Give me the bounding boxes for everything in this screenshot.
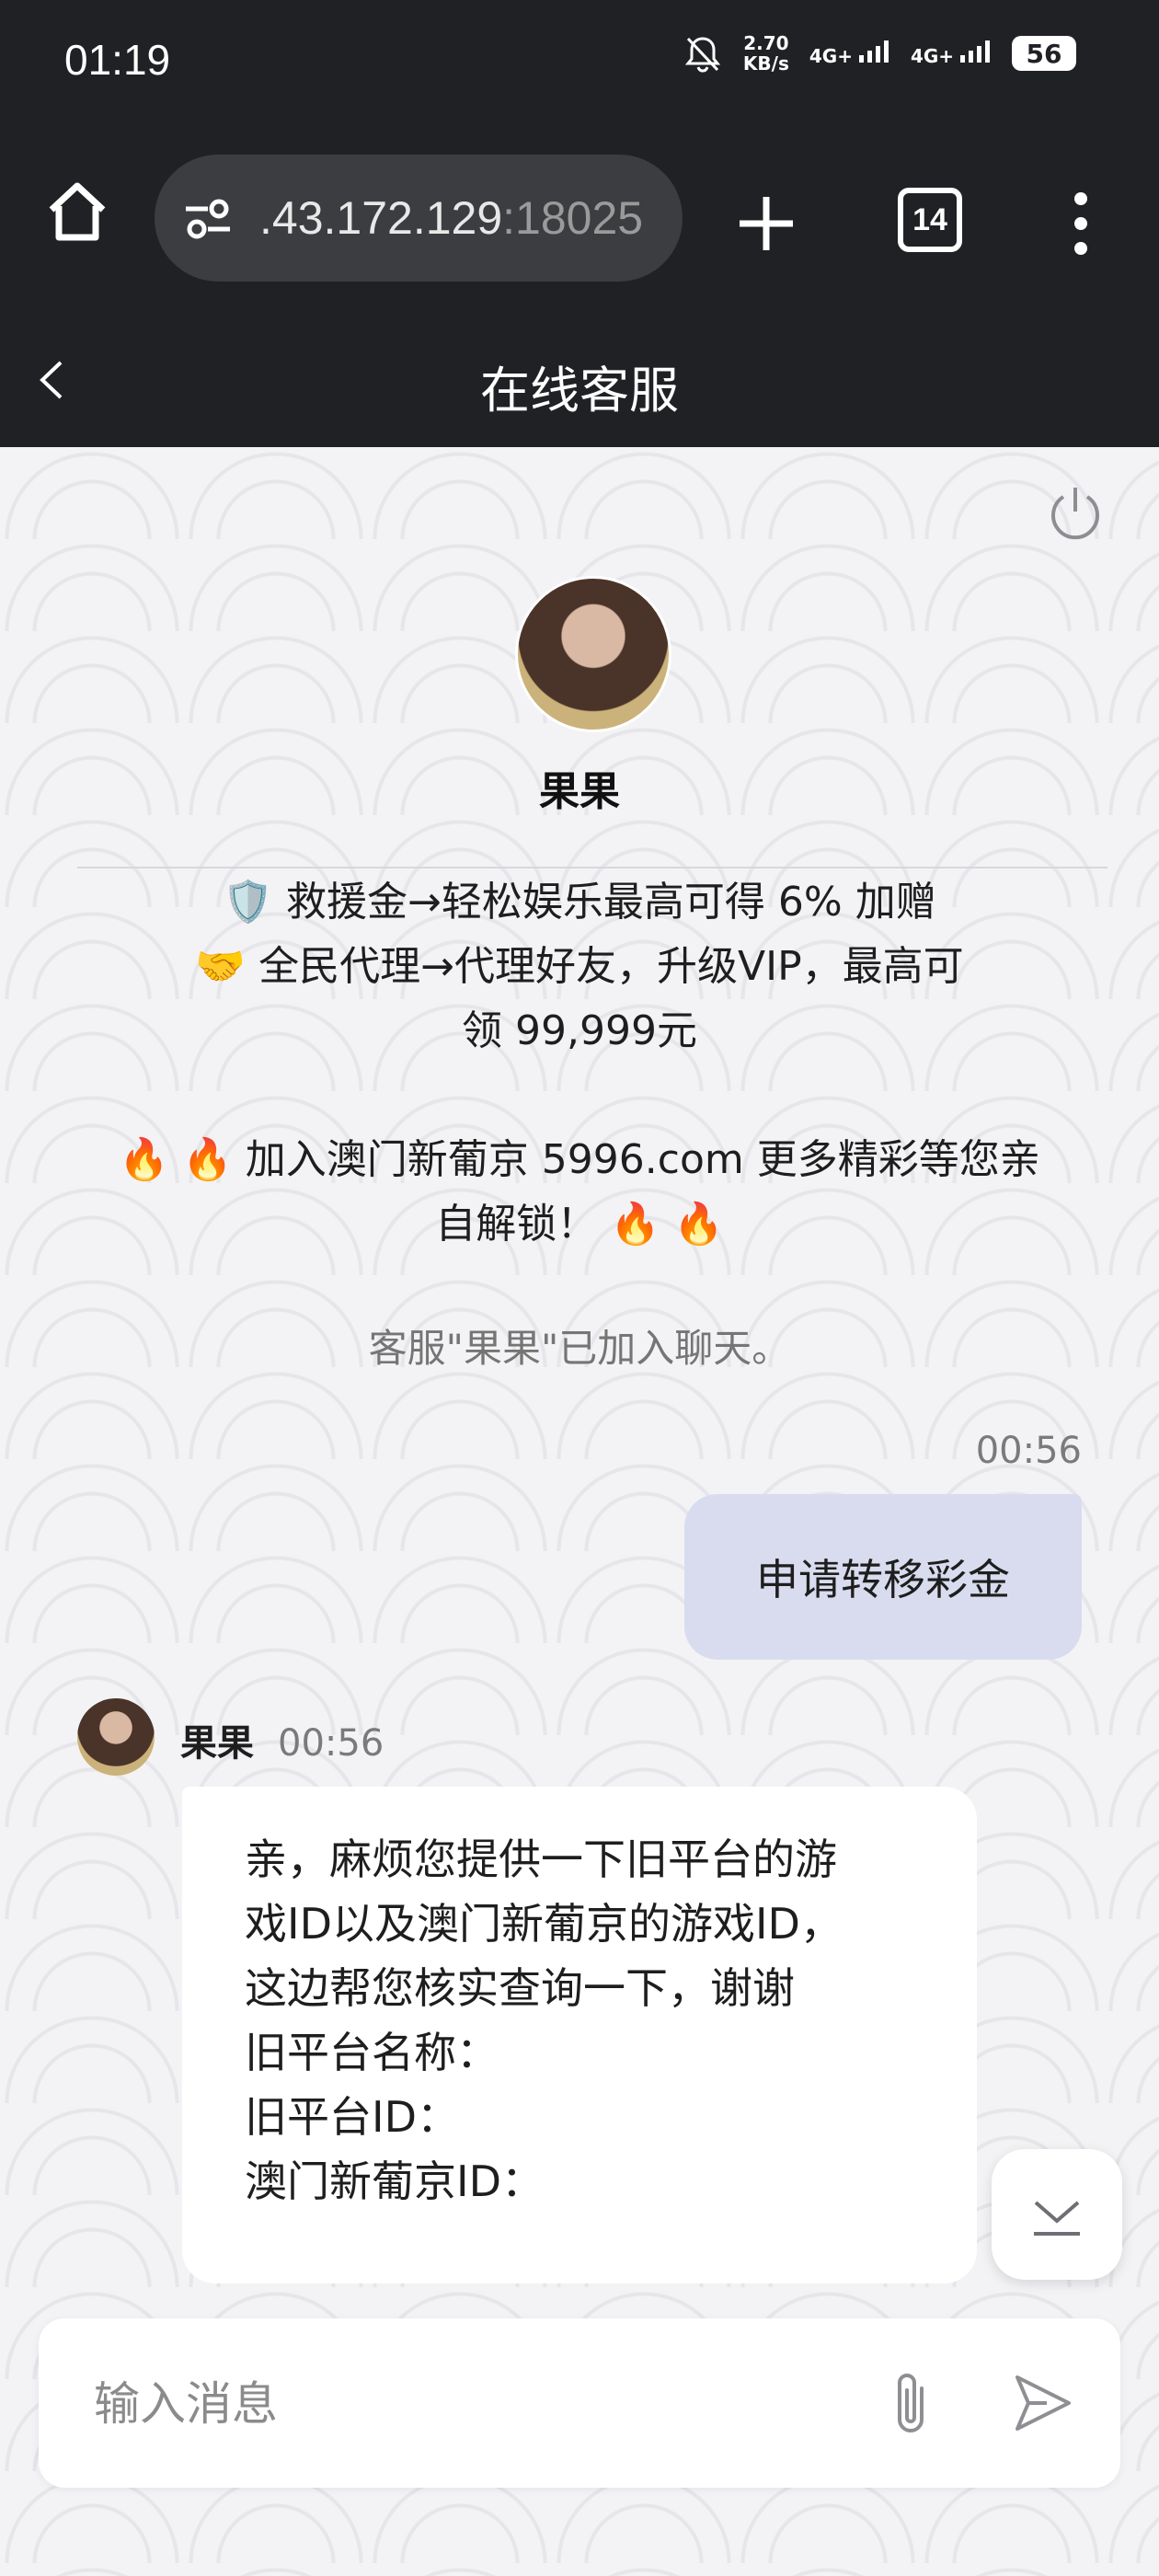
user-message-time: 00:56: [975, 1430, 1082, 1472]
agent-message-line: 戏ID以及澳门新葡京的游戏ID，: [245, 1899, 843, 1949]
promo-line: 自解锁！ 🔥 🔥: [435, 1201, 724, 1248]
site-settings-icon[interactable]: [180, 190, 235, 246]
promo-line: [55, 1064, 1104, 1128]
tab-switcher-button[interactable]: 14: [898, 188, 962, 252]
status-bar: 01:19 2.70 KB/s 4G+ 4G+ 56: [0, 0, 1159, 129]
signal-label-2: 4G+: [910, 44, 955, 67]
promo-line: 🛡️ 救援金→轻松娱乐最高可得 6% 加赠: [223, 879, 936, 926]
message-composer: [39, 2318, 1120, 2488]
url-bar[interactable]: .43.172.129:18025: [155, 155, 683, 282]
agent-message-line: 旧平台ID：: [245, 2092, 459, 2142]
power-icon[interactable]: [1047, 484, 1104, 541]
signal-label-1: 4G+: [809, 44, 853, 67]
agent-avatar: [515, 576, 671, 732]
promo-line: 🔥 🔥 加入澳门新葡京 5996.com 更多精彩等您亲: [119, 1136, 1040, 1183]
signal-4g-1: 4G+: [809, 40, 890, 67]
more-menu-icon[interactable]: [1067, 191, 1095, 256]
chat-area[interactable]: 果果 🛡️ 救援金→轻松娱乐最高可得 6% 加赠 🤝 全民代理→代理好友，升级V…: [0, 447, 1159, 2576]
agent-message-line: 澳门新葡京ID：: [245, 2156, 544, 2206]
agent-name: 果果: [539, 768, 620, 815]
net-speed: 2.70 KB/s: [743, 33, 789, 74]
agent-message-name: 果果: [180, 1722, 254, 1765]
agent-avatar-small: [77, 1698, 155, 1776]
browser-toolbar: .43.172.129:18025 14: [0, 129, 1159, 313]
promo-line: 🤝 全民代理→代理好友，升级VIP，最高可: [195, 943, 964, 990]
paperclip-icon[interactable]: [885, 2366, 940, 2440]
new-tab-plus-icon[interactable]: [736, 193, 797, 254]
status-time: 01:19: [64, 36, 171, 84]
battery-icon: 56: [1012, 36, 1076, 71]
agent-message-header: 果果 00:56: [180, 1713, 384, 1766]
signal-bars-icon: [858, 40, 889, 63]
url-text[interactable]: .43.172.129:18025: [259, 191, 643, 245]
signal-bars-icon: [960, 40, 990, 63]
url-port: :18025: [502, 192, 644, 244]
message-input[interactable]: [92, 2364, 832, 2444]
promo-text: 🛡️ 救援金→轻松娱乐最高可得 6% 加赠 🤝 全民代理→代理好友，升级VIP，…: [55, 870, 1104, 1257]
page-title: 在线客服: [480, 362, 679, 420]
agent-message-line: 旧平台名称：: [245, 2028, 499, 2077]
net-speed-value: 2.70: [743, 32, 789, 54]
page-header: 在线客服: [0, 313, 1159, 447]
divider: [77, 867, 1107, 868]
signal-4g-2: 4G+: [911, 40, 992, 67]
scroll-to-bottom-button[interactable]: [992, 2149, 1122, 2280]
user-message-bubble[interactable]: 申请转移彩金: [684, 1494, 1082, 1660]
url-host: .43.172.129: [259, 192, 503, 244]
home-icon[interactable]: [44, 178, 110, 245]
agent-message-time: 00:56: [278, 1722, 384, 1765]
system-note: 客服"果果"已加入聊天。: [368, 1326, 791, 1371]
promo-line: 领 99,999元: [462, 1007, 697, 1054]
status-icons: 2.70 KB/s 4G+ 4G+ 56: [683, 33, 1076, 74]
agent-message-line: 亲，麻烦您提供一下旧平台的游: [245, 1834, 837, 1884]
net-speed-unit: KB/s: [742, 52, 789, 75]
chevron-down-icon: [1034, 2201, 1080, 2236]
send-icon[interactable]: [1004, 2366, 1078, 2440]
agent-message-bubble[interactable]: 亲，麻烦您提供一下旧平台的游 戏ID以及澳门新葡京的游戏ID， 这边帮您核实查询…: [182, 1787, 977, 2283]
mute-bell-icon: [684, 37, 721, 73]
agent-message-line: 这边帮您核实查询一下，谢谢: [245, 1963, 795, 2013]
